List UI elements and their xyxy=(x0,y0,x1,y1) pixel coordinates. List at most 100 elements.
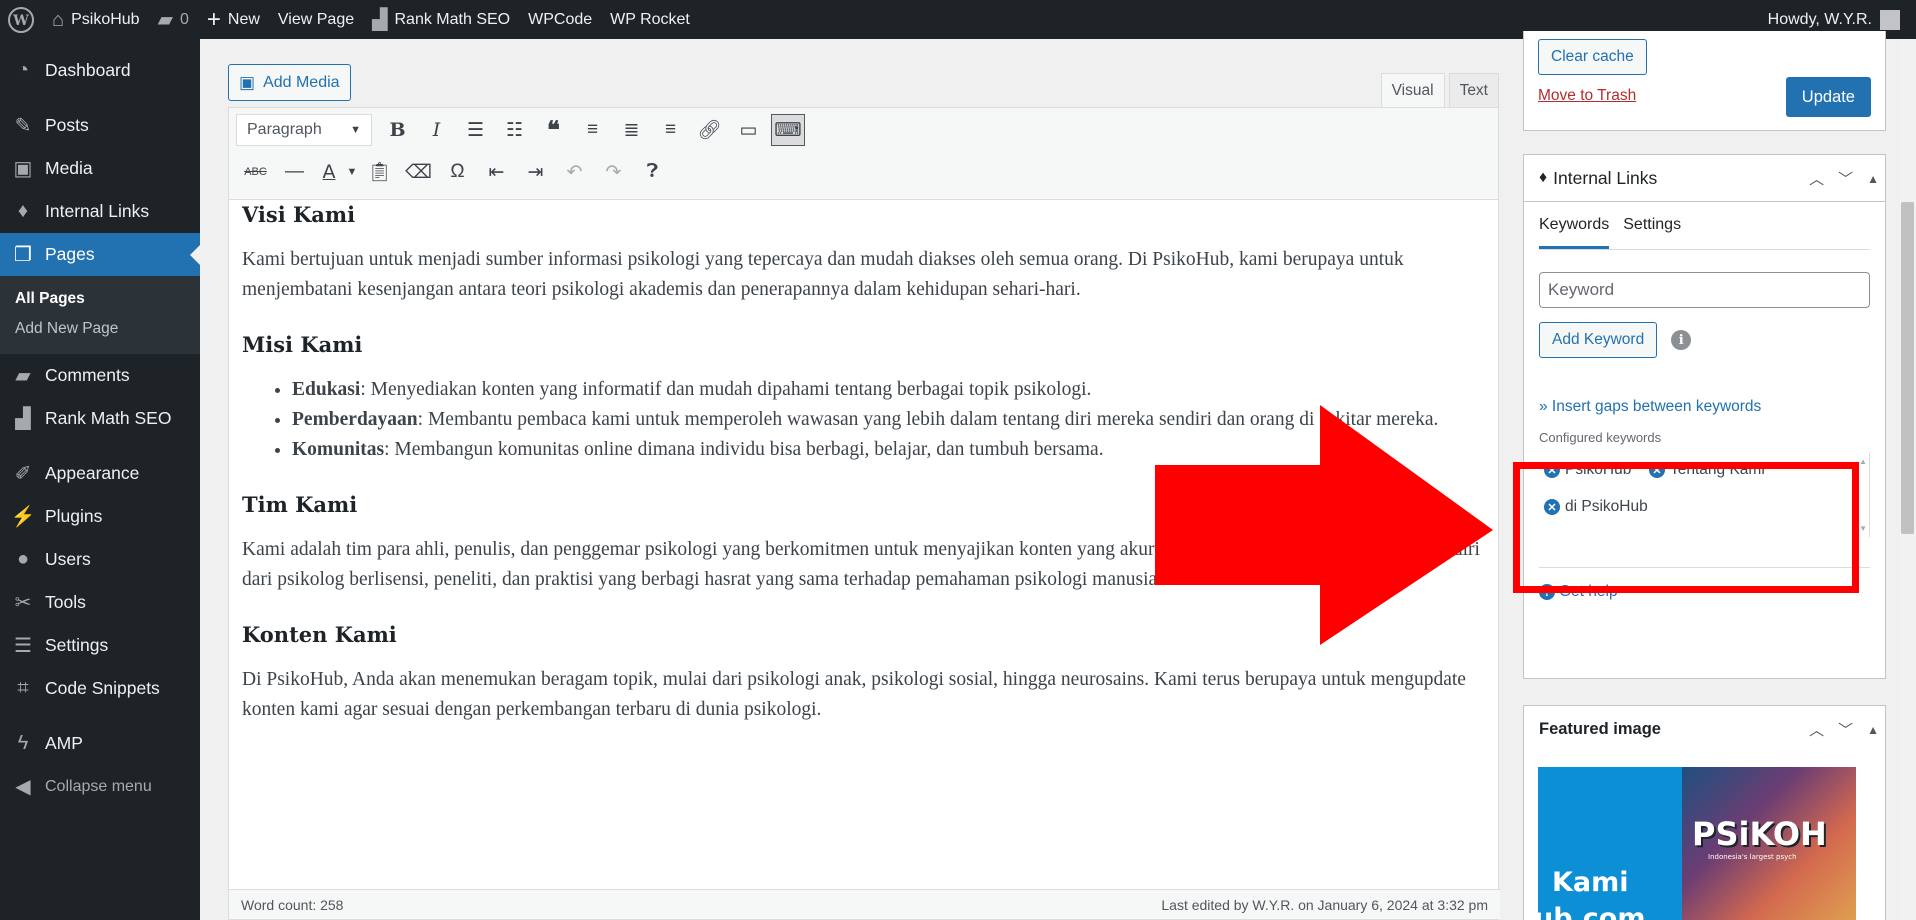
menu-users[interactable]: ● Users xyxy=(0,538,200,581)
numbered-list-icon[interactable]: ☷ xyxy=(495,114,534,146)
paragraph-konten: Di PsikoHub, Anda akan menemukan beragam… xyxy=(242,669,1466,720)
text-color-icon[interactable]: A xyxy=(314,156,344,188)
submenu-all-pages[interactable]: All Pages xyxy=(0,284,200,314)
collapse-triangle-icon[interactable]: ▲ xyxy=(1867,723,1879,737)
collapse-menu-button[interactable]: ◀ Collapse menu xyxy=(0,765,200,808)
align-right-icon[interactable]: ≡ xyxy=(651,114,690,146)
heading-misi: Misi Kami xyxy=(242,332,363,357)
align-left-icon[interactable]: ≡ xyxy=(573,114,612,146)
last-edited: Last edited by W.Y.R. on January 6, 2024… xyxy=(1161,896,1488,913)
comments-count: 0 xyxy=(179,10,189,28)
format-select[interactable]: Paragraph ▼ xyxy=(236,114,372,146)
wp-rocket-link[interactable]: WP Rocket xyxy=(601,0,699,39)
tab-settings[interactable]: Settings xyxy=(1623,202,1681,249)
menu-label: Appearance xyxy=(45,463,140,483)
howdy-label: Howdy, W.Y.R. xyxy=(1767,10,1872,28)
rank-math-link[interactable]: ▟ Rank Math SEO xyxy=(363,0,519,39)
indent-icon[interactable]: ⇥ xyxy=(516,156,555,188)
wordpress-logo-icon[interactable]: W xyxy=(0,0,43,39)
menu-posts[interactable]: ✎ Posts xyxy=(0,104,200,147)
info-icon[interactable]: i xyxy=(1671,330,1692,350)
menu-media[interactable]: ▣ Media xyxy=(0,147,200,190)
insert-gaps-link[interactable]: » Insert gaps between keywords xyxy=(1539,398,1870,416)
bullet-list-icon[interactable]: ☰ xyxy=(456,114,495,146)
caret-down-icon[interactable]: ▼ xyxy=(344,156,360,188)
rank-math-icon: ▟ xyxy=(372,8,388,31)
blockquote-icon[interactable]: ❝ xyxy=(534,114,573,146)
menu-label: Settings xyxy=(45,635,109,655)
paste-text-icon[interactable]: 📋︎ xyxy=(360,156,399,188)
menu-label: Code Snippets xyxy=(45,678,160,698)
undo-icon[interactable]: ↶ xyxy=(555,156,594,188)
menu-comments[interactable]: ▰ Comments xyxy=(0,354,200,397)
submenu-add-new-page[interactable]: Add New Page xyxy=(0,314,200,344)
add-media-button[interactable]: ▣ Add Media xyxy=(228,64,351,101)
internal-links-header[interactable]: ♦ Internal Links ︿ ﹀ ▲ xyxy=(1524,155,1885,202)
menu-pages[interactable]: ❐ Pages xyxy=(0,233,200,276)
menu-dashboard[interactable]: ◔ Dashboard xyxy=(0,49,200,92)
clear-cache-button[interactable]: Clear cache xyxy=(1538,39,1647,75)
internal-links-panel: ♦ Internal Links ︿ ﹀ ▲ Keywords Settings… xyxy=(1523,154,1886,679)
scroll-down-icon[interactable]: ▼ xyxy=(1859,524,1867,533)
chevron-up-icon[interactable]: ︿ xyxy=(1809,719,1824,740)
keyword-input-placeholder: Keyword xyxy=(1548,280,1615,299)
wpcode-link[interactable]: WPCode xyxy=(519,0,601,39)
chevron-up-icon[interactable]: ︿ xyxy=(1809,168,1824,189)
word-count: Word count: 258 xyxy=(241,896,344,913)
menu-amp[interactable]: ϟ AMP xyxy=(0,722,200,765)
update-button[interactable]: Update xyxy=(1785,77,1871,117)
collapse-triangle-icon[interactable]: ▲ xyxy=(1867,172,1879,186)
read-more-icon[interactable]: ▭ xyxy=(729,114,768,146)
featured-image-panel: Featured image ︿ ﹀ ▲ Kami ub.com PSiKOH … xyxy=(1523,705,1886,920)
chevron-down-icon[interactable]: ﹀ xyxy=(1838,719,1853,740)
view-page-link[interactable]: View Page xyxy=(269,0,363,39)
outdent-icon[interactable]: ⇤ xyxy=(477,156,516,188)
menu-label: Internal Links xyxy=(45,201,150,221)
tab-text[interactable]: Text xyxy=(1448,73,1499,107)
menu-label: Collapse menu xyxy=(45,777,152,795)
align-center-icon[interactable]: ≣ xyxy=(612,114,651,146)
link-icon[interactable]: 🔗︎ xyxy=(690,114,729,146)
menu-code-snippets[interactable]: ⌗ Code Snippets xyxy=(0,667,200,710)
new-content-link[interactable]: + New xyxy=(198,0,269,39)
chevron-down-icon[interactable]: ﹀ xyxy=(1838,168,1853,189)
special-character-icon[interactable]: Ω xyxy=(438,156,477,188)
move-to-trash-link[interactable]: Move to Trash xyxy=(1538,87,1636,105)
menu-appearance[interactable]: ✐ Appearance xyxy=(0,452,200,495)
page-scrollbar-thumb[interactable] xyxy=(1901,202,1914,534)
svg-text:W: W xyxy=(12,13,29,29)
add-keyword-button[interactable]: Add Keyword xyxy=(1539,322,1658,358)
comments-link[interactable]: ▰ 0 xyxy=(149,0,198,39)
wrench-icon: ✂ xyxy=(14,592,32,614)
media-icon: ▣ xyxy=(239,72,256,92)
clear-formatting-icon[interactable]: ⌫ xyxy=(399,156,438,188)
caret-down-icon: ▼ xyxy=(350,124,361,136)
featured-image[interactable]: Kami ub.com PSiKOH Indonesia's largest p… xyxy=(1538,767,1856,920)
redo-icon[interactable]: ↷ xyxy=(594,156,633,188)
keyword-input[interactable]: Keyword xyxy=(1539,272,1870,308)
menu-tools[interactable]: ✂ Tools xyxy=(0,581,200,624)
scroll-up-icon[interactable]: ▲ xyxy=(1859,457,1867,466)
featured-image-header[interactable]: Featured image ︿ ﹀ ▲ xyxy=(1524,706,1885,753)
plus-icon: + xyxy=(206,5,221,33)
toolbar-toggle-icon[interactable]: ⌨ xyxy=(771,114,805,146)
menu-settings[interactable]: ☰ Settings xyxy=(0,624,200,667)
annotation-arrow xyxy=(1155,405,1493,645)
menu-rank-math[interactable]: ▟ Rank Math SEO xyxy=(0,397,200,440)
editor-toolbar: Paragraph ▼ B I ☰ ☷ ❝ ≡ ≣ ≡ 🔗︎ ▭ ⌨ ABC —… xyxy=(229,108,1498,200)
tab-visual[interactable]: Visual xyxy=(1380,73,1445,107)
strikethrough-icon[interactable]: ABC xyxy=(236,156,275,188)
horizontal-line-icon[interactable]: — xyxy=(275,156,314,188)
featured-image-tagline: Indonesia's largest psych xyxy=(1708,853,1797,861)
internal-links-tabs: Keywords Settings xyxy=(1539,202,1870,250)
italic-icon[interactable]: I xyxy=(417,114,456,146)
menu-plugins[interactable]: ⚡ Plugins xyxy=(0,495,200,538)
amp-icon: ϟ xyxy=(17,732,29,754)
help-icon[interactable]: ❓︎ xyxy=(633,156,672,188)
site-name-link[interactable]: ⌂ PsikoHub xyxy=(43,0,149,39)
paragraph-visi: Kami bertujuan untuk menjadi sumber info… xyxy=(242,249,1404,300)
featured-image-title: Featured image xyxy=(1539,720,1661,738)
tab-keywords[interactable]: Keywords xyxy=(1539,202,1610,249)
bold-icon[interactable]: B xyxy=(378,114,417,146)
menu-internal-links[interactable]: ♦ Internal Links xyxy=(0,190,200,233)
